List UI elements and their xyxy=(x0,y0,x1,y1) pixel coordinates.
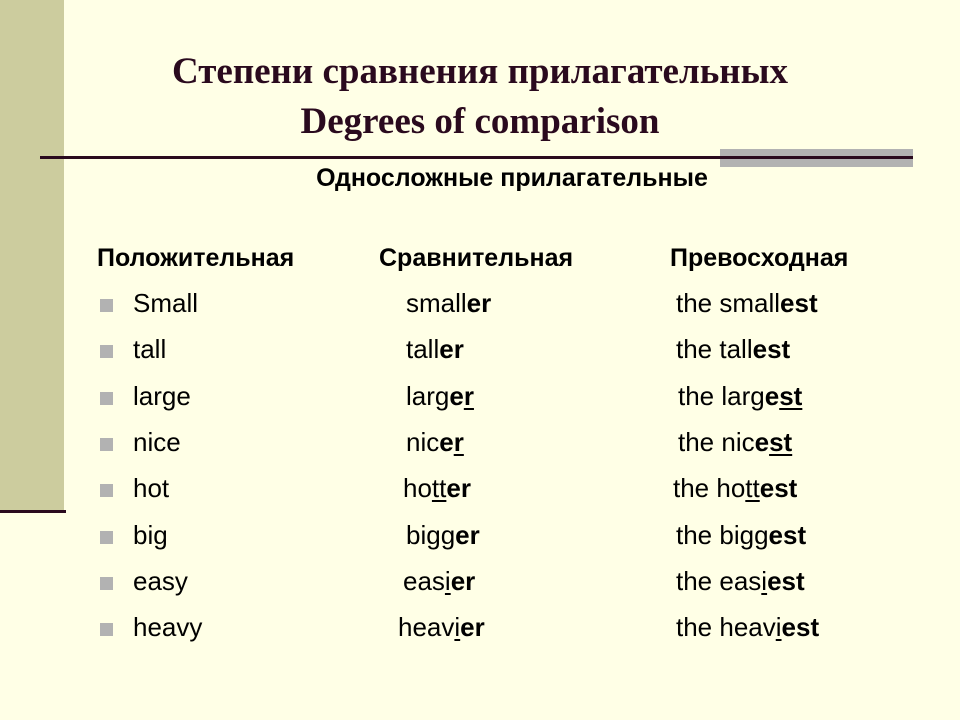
word-part: the small xyxy=(676,288,781,318)
superlative-form: the smallest xyxy=(676,288,818,319)
header-comparative: Сравнительная xyxy=(379,244,574,272)
table-row: big bigger the biggest xyxy=(0,520,960,566)
positive-form: big xyxy=(133,519,168,550)
comparative-form: larger xyxy=(406,381,474,412)
word-part: bi xyxy=(406,519,427,550)
word-part: est xyxy=(759,473,798,504)
comparative-form: taller xyxy=(406,334,464,365)
word-part: heav xyxy=(398,612,455,643)
comparative-form: heavier xyxy=(398,612,485,643)
word-part: r xyxy=(463,380,474,411)
word-part: e xyxy=(449,380,464,411)
table-row: heavy heavier the heaviest xyxy=(0,612,960,658)
square-bullet-icon xyxy=(100,623,113,637)
word-part: small xyxy=(406,288,467,318)
superlative-form: the tallest xyxy=(676,334,790,365)
positive-form: nice xyxy=(133,426,181,457)
positive-form: Small xyxy=(133,288,199,318)
word-part: e xyxy=(754,426,770,457)
table-row: tall taller the tallest xyxy=(0,334,960,380)
word-part: the eas xyxy=(676,565,762,596)
word-part: gg xyxy=(739,519,769,550)
word-part: est xyxy=(767,565,805,596)
comparative-form: smaller xyxy=(406,288,491,319)
header-superlative: Превосходная xyxy=(670,244,849,272)
word-part: e xyxy=(439,426,454,457)
word-part: st xyxy=(779,380,803,411)
square-bullet-icon xyxy=(100,299,113,312)
comparative-form: bigger xyxy=(406,520,480,551)
word-part: tt xyxy=(745,473,760,504)
comparative-form: nicer xyxy=(406,427,464,458)
word-part: e xyxy=(764,380,780,411)
comparative-form: hotter xyxy=(403,473,471,504)
table-row: easy easier the easiest xyxy=(0,566,960,612)
word-part: est xyxy=(781,612,820,643)
word-part: tt xyxy=(431,473,447,504)
word-part: larg xyxy=(406,380,450,411)
square-bullet-icon xyxy=(100,437,113,451)
word-part: er xyxy=(455,519,480,550)
word-part: er xyxy=(466,288,492,318)
word-part: eas xyxy=(403,565,445,596)
word-part: the bi xyxy=(676,519,740,550)
word-part: er xyxy=(439,334,464,365)
square-bullet-icon xyxy=(100,484,113,498)
word-part: the heav xyxy=(676,612,776,643)
word-part: gg xyxy=(426,519,456,550)
word-part: ho xyxy=(403,473,432,504)
word-part: tall xyxy=(406,334,440,365)
word-part: the tall xyxy=(676,334,753,365)
table-row: hot hotter the hottest xyxy=(0,473,960,519)
title-divider xyxy=(40,156,913,159)
square-bullet-icon xyxy=(100,391,113,405)
word-part: the nic xyxy=(678,426,755,457)
square-bullet-icon xyxy=(100,530,113,544)
positive-form: hot xyxy=(133,473,170,504)
superlative-form: the biggest xyxy=(676,520,806,551)
word-part: st xyxy=(769,426,793,457)
comparative-form: easier xyxy=(403,566,475,597)
word-part: er xyxy=(446,473,471,504)
superlative-form: the nicest xyxy=(678,427,792,458)
superlative-form: the largest xyxy=(678,381,802,412)
superlative-form: the hottest xyxy=(673,473,797,504)
word-part: nic xyxy=(406,426,440,457)
header-positive: Положительная xyxy=(97,244,295,272)
table-row: large larger the largest xyxy=(0,381,960,427)
superlative-form: the heaviest xyxy=(676,612,819,643)
word-part: er xyxy=(460,612,485,643)
word-part: est xyxy=(752,334,791,365)
word-part: the larg xyxy=(678,380,765,411)
positive-form: easy xyxy=(133,565,188,596)
slide-title-ru: Степени сравнения прилагательных xyxy=(171,51,789,92)
positive-form: heavy xyxy=(133,612,203,643)
positive-form: large xyxy=(133,380,191,411)
word-part: est xyxy=(768,519,807,550)
word-part: the ho xyxy=(673,473,746,504)
superlative-form: the easiest xyxy=(676,566,805,597)
square-bullet-icon xyxy=(100,576,113,590)
table-row: Small smaller the smallest xyxy=(0,288,960,334)
word-part: r xyxy=(453,426,464,457)
table-row: nice nicer the nicest xyxy=(0,427,960,473)
word-part: est xyxy=(780,288,818,318)
subtitle: Односложные прилагательные xyxy=(316,164,708,192)
word-part: er xyxy=(450,565,476,596)
slide-title-en: Degrees of comparison xyxy=(300,101,660,142)
positive-form: tall xyxy=(133,334,167,365)
square-bullet-icon xyxy=(100,345,113,359)
